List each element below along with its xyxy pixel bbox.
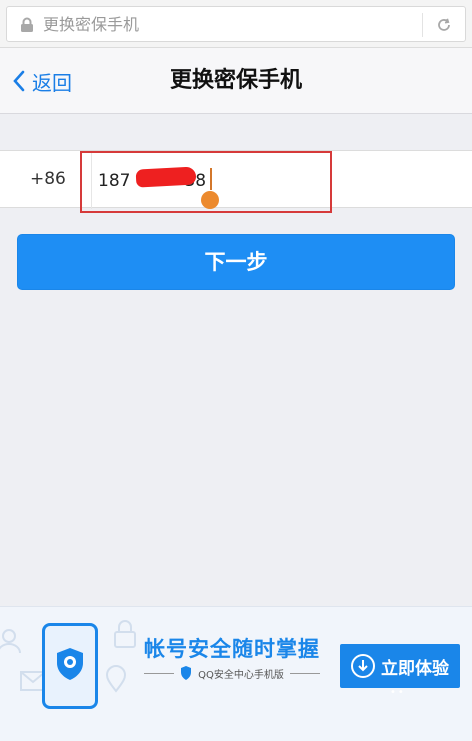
banner-subline: QQ安全中心手机版 (140, 663, 324, 683)
redaction-mark (135, 166, 197, 188)
text-cursor (210, 168, 212, 190)
divider-left (144, 672, 175, 674)
url-divider (422, 13, 423, 37)
phone-number-row: +86 (0, 150, 472, 213)
browser-url-bar: 更换密保手机 (0, 0, 472, 48)
cursor-handle[interactable] (201, 191, 219, 209)
next-step-button[interactable]: 下一步 (17, 234, 455, 290)
padlock-icon (114, 620, 136, 648)
back-label: 返回 (32, 70, 72, 95)
url-text: 更换密保手机 (43, 15, 140, 34)
page-header: 更换密保手机 返回 (0, 48, 472, 114)
try-now-label: 立即体验 (381, 658, 449, 679)
address-field[interactable]: 更换密保手机 (6, 6, 466, 42)
shield-icon (181, 666, 192, 680)
chevron-left-icon (13, 70, 25, 92)
user-icon (0, 629, 21, 654)
back-button[interactable]: 返回 (12, 66, 72, 96)
location-icon (105, 665, 127, 693)
promo-banner[interactable]: 帐号安全随时掌握 QQ安全中心手机版 立即体验 •• (0, 606, 472, 741)
divider-right (289, 672, 320, 674)
try-now-button[interactable]: 立即体验 (340, 644, 460, 688)
country-code[interactable]: +86 (30, 151, 66, 207)
carousel-dots: •• (390, 687, 406, 698)
banner-headline: 帐号安全随时掌握 (144, 637, 320, 661)
banner-app-name: QQ安全中心手机版 (198, 669, 284, 681)
qq-shield-icon (57, 648, 83, 680)
refresh-icon[interactable] (435, 16, 453, 34)
download-icon (351, 654, 375, 678)
lock-icon (21, 17, 33, 32)
